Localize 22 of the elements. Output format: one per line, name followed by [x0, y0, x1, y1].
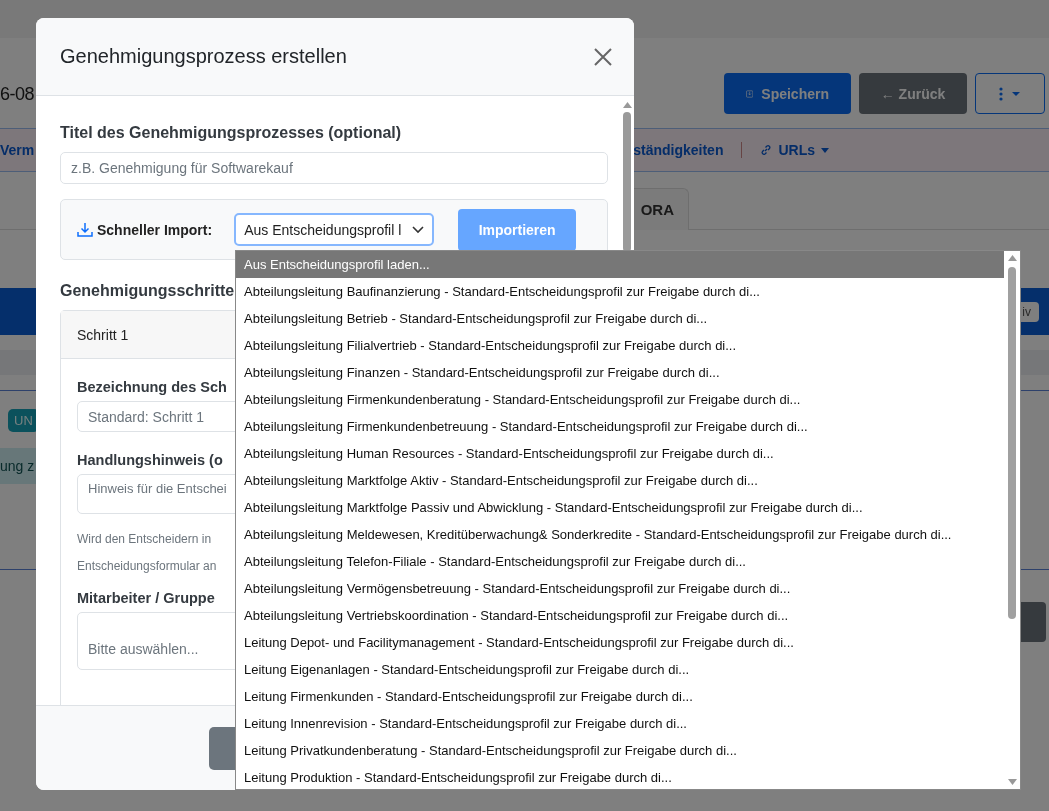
scroll-up-icon[interactable]: [1007, 255, 1017, 261]
field-label: Titel des Genehmigungsprozesses (optional): [60, 124, 402, 142]
field-label: Bezeichnung des Sch: [77, 379, 227, 395]
kebab-caret-icon: [998, 86, 1022, 101]
link-icon: [760, 144, 773, 156]
profile-select[interactable]: Aus Entscheidungsprofil l: [234, 213, 435, 246]
scroll-down-icon[interactable]: [1007, 779, 1017, 785]
record-id: 6-08: [0, 84, 35, 105]
close-button[interactable]: [592, 45, 614, 68]
help-text: Wird den Entscheidern in Entscheidungsformular an: [77, 531, 218, 575]
input-field[interactable]: z.B. Genehmigung für Softwarekauf: [60, 152, 608, 184]
download-icon: [77, 221, 93, 238]
status-badge: UN: [8, 409, 39, 432]
scroll-up-icon[interactable]: [622, 102, 632, 108]
caret-icon: [821, 147, 829, 153]
import-label: Schneller Import:: [97, 221, 213, 238]
more-menu-button[interactable]: [975, 73, 1045, 114]
field-label: Mitarbeiter / Gruppe: [77, 590, 215, 606]
chevron-icon: [412, 225, 425, 234]
dropdown-option[interactable]: Aus Entscheidungsprofil laden...: [236, 251, 1004, 278]
section-heading: Genehmigungsschritte: [60, 282, 235, 300]
dialog-title: Genehmigungsprozess erstellen: [60, 45, 347, 68]
